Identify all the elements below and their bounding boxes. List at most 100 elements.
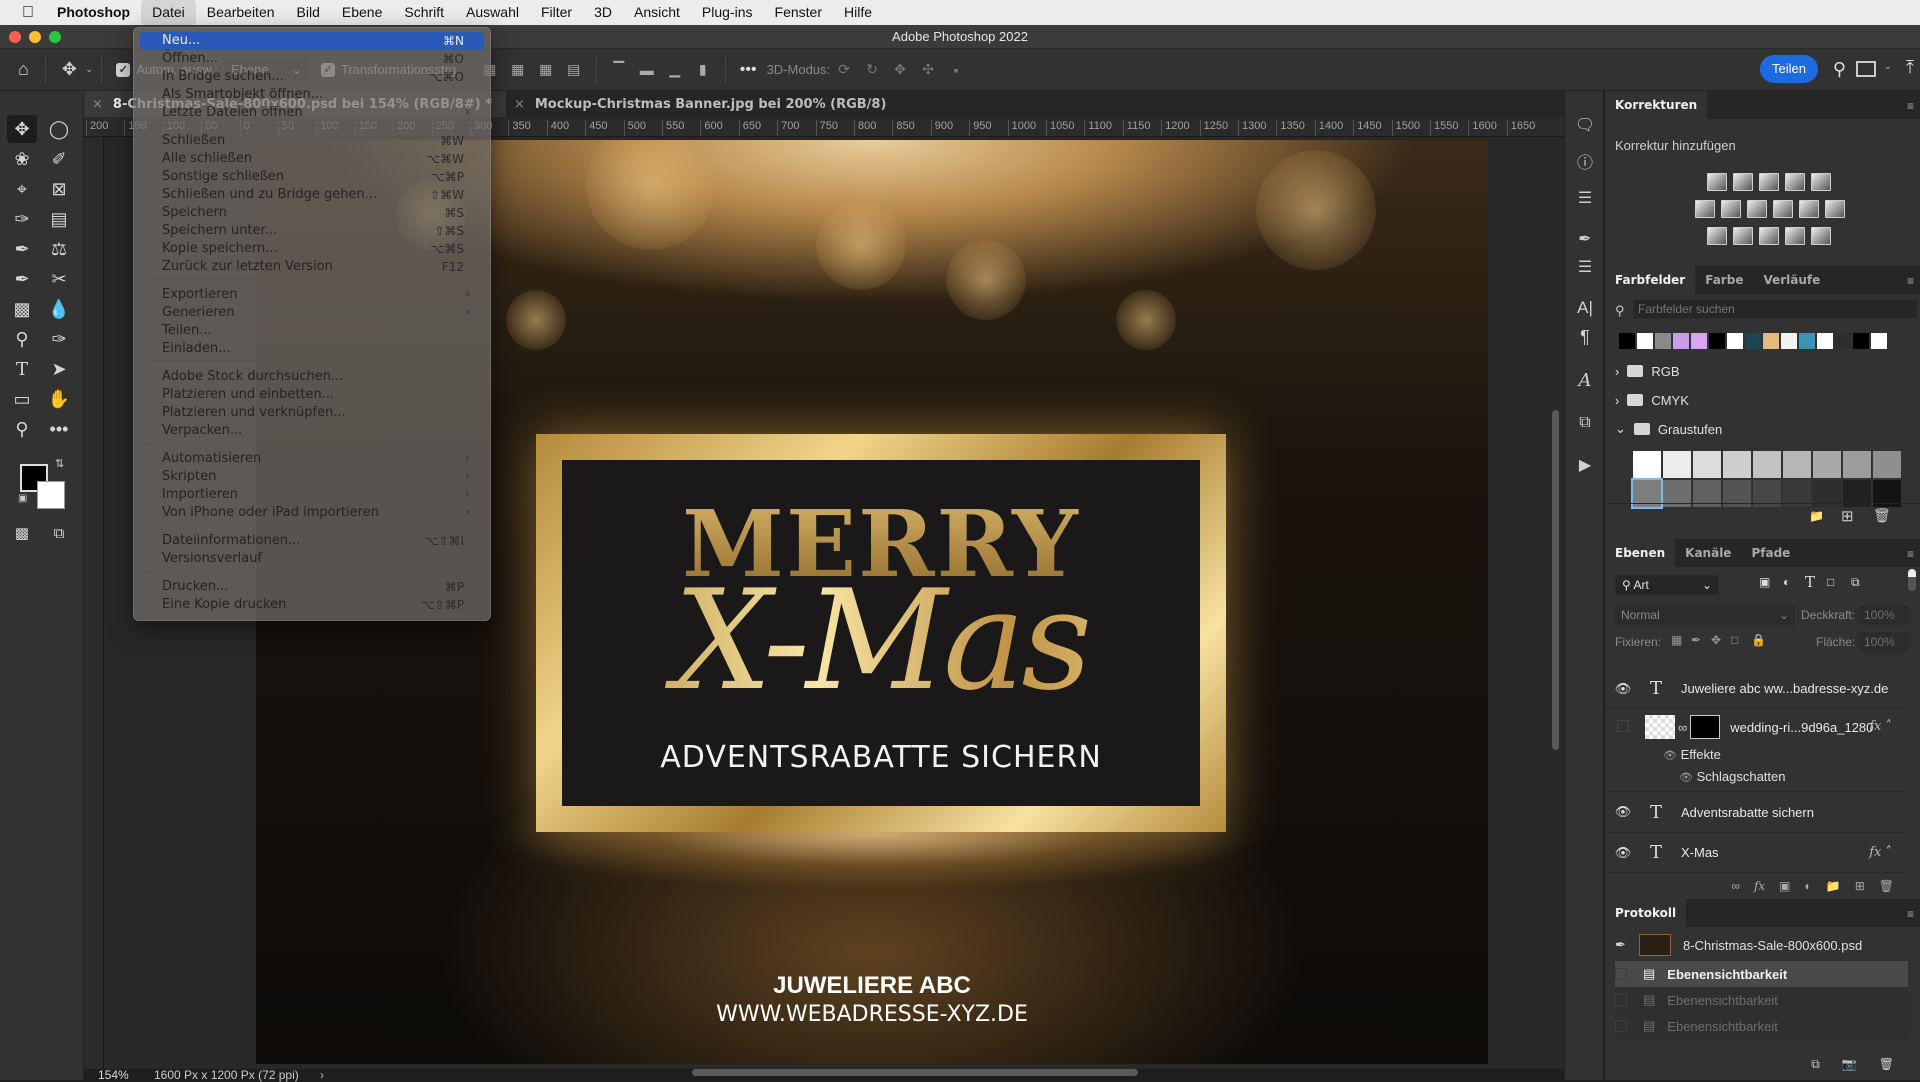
history-state[interactable]: ▤ Ebenensichtbarkeit <box>1615 961 1908 987</box>
channel-mixer-icon[interactable] <box>1799 200 1819 218</box>
history-snapshot[interactable]: ✒ 8-Christmas-Sale-800x600.psd <box>1615 932 1908 958</box>
new-snapshot-camera-icon[interactable]: 📷 <box>1842 1057 1857 1071</box>
history-checkbox[interactable] <box>1615 994 1627 1006</box>
history-brush-tool-icon[interactable]: ✒ <box>7 265 37 293</box>
menu-item-skripten[interactable]: Skripten › <box>140 468 484 486</box>
filter-smartobject-icon[interactable]: ⧉ <box>1851 575 1860 590</box>
grayscale-swatch[interactable] <box>1723 451 1751 478</box>
align-middle-v-icon[interactable]: ▬ <box>636 61 658 79</box>
tab-mockup-banner[interactable]: × Mockup-Christmas Banner.jpg bei 200% (R… <box>506 91 900 117</box>
menu-item-verpacken[interactable]: Verpacken... <box>140 422 484 440</box>
tab-farbe[interactable]: Farbe <box>1695 266 1753 294</box>
clone-stamp-tool-icon[interactable]: ⚖ <box>44 235 74 263</box>
add-mask-icon[interactable]: ▣ <box>1779 879 1790 893</box>
delete-layer-icon[interactable]: 🗑 <box>1879 879 1894 893</box>
swap-colors-icon[interactable]: ⇅ <box>55 457 64 470</box>
selective-color-icon[interactable] <box>1785 227 1805 245</box>
blend-mode-dropdown[interactable]: Normal ⌄ <box>1615 605 1795 625</box>
invert-icon[interactable] <box>1707 227 1727 245</box>
vibrance-icon[interactable] <box>1811 173 1831 191</box>
pen-tool-icon[interactable]: ✑ <box>44 325 74 353</box>
tab-protokoll[interactable]: Protokoll <box>1605 899 1687 927</box>
menu-filter[interactable]: Filter <box>530 0 583 25</box>
link-layers-icon[interactable]: ∞ <box>1731 879 1740 893</box>
history-checkbox[interactable] <box>1615 1020 1627 1032</box>
tab-ebenen[interactable]: Ebenen <box>1605 539 1676 567</box>
menu-item-exportieren[interactable]: Exportieren › <box>140 286 484 304</box>
history-state[interactable]: ▤ Ebenensichtbarkeit <box>1615 987 1908 1013</box>
swatches-search-input[interactable] <box>1633 299 1918 319</box>
character-icon[interactable]: A| <box>1570 294 1600 322</box>
info-icon[interactable]: ⓘ <box>1570 147 1600 175</box>
layer-item[interactable]: ∞ wedding-ri...9d96a_1280 fx ˄ <box>1605 709 1908 745</box>
menu-item-generieren[interactable]: Generieren › <box>140 304 484 322</box>
close-tab-icon[interactable]: × <box>92 97 103 112</box>
menu-item-alle-schließen[interactable]: Alle schließen ⌥⌘W <box>140 150 484 168</box>
visibility-eye-icon[interactable]: 👁 <box>1679 772 1693 784</box>
distribute-vertical-icon[interactable]: ▮ <box>692 61 714 79</box>
history-state[interactable]: ▤ Ebenensichtbarkeit <box>1615 1013 1908 1039</box>
quick-mask-icon[interactable]: ▩ <box>7 519 37 547</box>
swatch[interactable] <box>1781 333 1797 349</box>
menu-item-letzte-dateien-öffnen[interactable]: Letzte Dateien öffnen › <box>140 104 484 122</box>
marquee-tool-icon[interactable]: ◯ <box>44 115 74 143</box>
filter-shape-icon[interactable]: □ <box>1827 575 1834 589</box>
menu-auswahl[interactable]: Auswahl <box>455 0 530 25</box>
color-balance-icon[interactable] <box>1721 200 1741 218</box>
menu-item-teilen[interactable]: Teilen... <box>140 322 484 340</box>
add-style-icon[interactable]: fx <box>1754 879 1765 893</box>
swatch[interactable] <box>1619 333 1635 349</box>
grayscale-swatch[interactable] <box>1663 451 1691 478</box>
panel-menu-icon[interactable]: ≡ <box>1907 907 1914 921</box>
menu-item-sonstige-schließen[interactable]: Sonstige schließen ⌥⌘P <box>140 168 484 186</box>
menu-ebene[interactable]: Ebene <box>331 0 393 25</box>
lock-artboard-icon[interactable]: □ <box>1731 633 1738 647</box>
visibility-eye-icon[interactable]: 👁 <box>1663 750 1677 762</box>
swatch-folder-cmyk[interactable]: › CMYK <box>1615 390 1689 410</box>
align-bottom-icon[interactable]: ▁ <box>664 61 686 79</box>
menu-plugins[interactable]: Plug-ins <box>691 0 764 25</box>
menu-item-versionsverlauf[interactable]: Versionsverlauf <box>140 550 484 568</box>
brightness-contrast-icon[interactable] <box>1707 173 1727 191</box>
menu-item-dateiinformationen[interactable]: Dateiinformationen... ⌥⇧⌘I <box>140 532 484 550</box>
tab-pfade[interactable]: Pfade <box>1741 539 1800 567</box>
workspace-icon[interactable] <box>1856 61 1876 77</box>
menu-item-speichern-unter[interactable]: Speichern unter... ⇧⌘S <box>140 222 484 240</box>
grayscale-swatch[interactable] <box>1783 451 1811 478</box>
swatch[interactable] <box>1817 333 1833 349</box>
lock-pixels-icon[interactable]: ✒ <box>1691 633 1701 647</box>
menu-item-in-bridge-suchen[interactable]: In Bridge suchen... ⌥⌘O <box>140 68 484 86</box>
exposure-icon[interactable] <box>1785 173 1805 191</box>
menu-item-zurück-zur-letzten-version[interactable]: Zurück zur letzten Version F12 <box>140 258 484 276</box>
zoom-tool-icon[interactable]: ⚲ <box>7 415 37 443</box>
fx-icon[interactable]: fx ˄ <box>1869 845 1892 860</box>
menu-item-schließen[interactable]: Schließen ⌘W <box>140 132 484 150</box>
lock-position-icon[interactable]: ✥ <box>1711 633 1721 647</box>
photo-filter-icon[interactable] <box>1773 200 1793 218</box>
lock-transparency-icon[interactable]: ▦ <box>1671 633 1682 647</box>
align-right-icon[interactable]: ▦ <box>535 61 557 79</box>
menu-item-neu[interactable]: Neu... ⌘N <box>140 32 484 50</box>
swatch[interactable] <box>1709 333 1725 349</box>
menu-item-speichern[interactable]: Speichern ⌘S <box>140 204 484 222</box>
hue-saturation-icon[interactable] <box>1695 200 1715 218</box>
menu-datei[interactable]: Datei <box>141 0 196 25</box>
grayscale-swatch[interactable] <box>1843 451 1871 478</box>
menu-item-eine-kopie-drucken[interactable]: Eine Kopie drucken ⌥⇧⌘P <box>140 596 484 614</box>
layer-filter-dropdown[interactable]: ⚲ Art ⌄ <box>1615 575 1719 595</box>
menu-item-öffnen[interactable]: Öffnen... ⌘O <box>140 50 484 68</box>
layer-item[interactable]: 👁 T Adventsrabatte sichern <box>1605 791 1908 833</box>
grayscale-swatch[interactable] <box>1873 451 1901 478</box>
new-layer-icon[interactable]: ⊞ <box>1855 879 1865 893</box>
frame-tool-icon[interactable]: ⊠ <box>44 175 74 203</box>
filter-adjustment-icon[interactable]: ◐ <box>1783 575 1790 589</box>
fill-input[interactable]: 100% <box>1860 632 1908 652</box>
apple-menu-icon[interactable]:  <box>0 4 46 22</box>
menu-item-platzieren-und-einbetten[interactable]: Platzieren und einbetten... <box>140 386 484 404</box>
menu-3d[interactable]: 3D <box>583 0 623 25</box>
filter-type-icon[interactable]: T <box>1805 573 1815 591</box>
close-window-button[interactable] <box>9 31 21 43</box>
chevron-down-icon[interactable]: ⌄ <box>1884 61 1892 72</box>
swatch[interactable] <box>1745 333 1761 349</box>
lock-all-icon[interactable]: 🔒 <box>1751 633 1766 647</box>
